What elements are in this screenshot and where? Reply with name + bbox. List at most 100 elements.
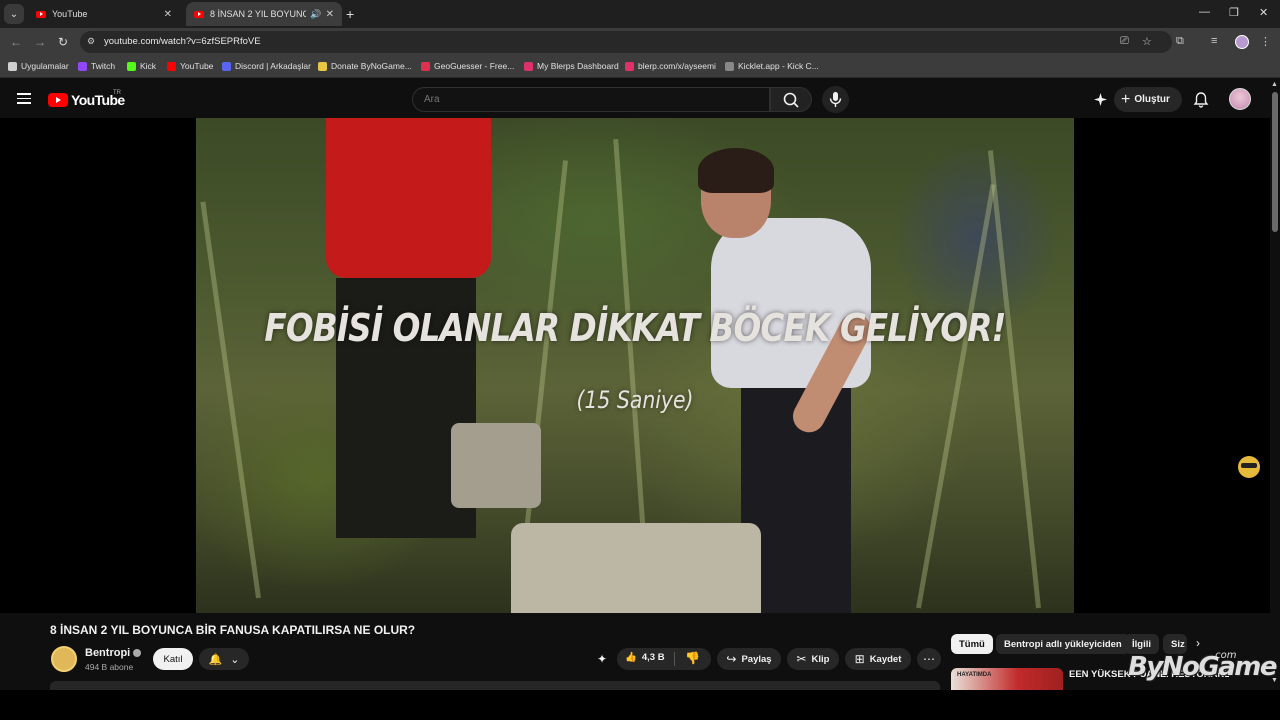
clip-button[interactable]: ✂ Klip [787, 648, 839, 670]
subscriber-count: 494 B abone [85, 662, 134, 672]
channel-avatar[interactable] [51, 646, 77, 672]
close-icon[interactable]: ✕ [164, 9, 172, 20]
bookmark-label: Twitch [91, 61, 116, 71]
ask-ai-sparkle-icon[interactable]: ✦ [597, 652, 607, 666]
site-info-icon[interactable]: ⚙ [87, 36, 95, 47]
close-window-icon[interactable]: ✕ [1259, 6, 1268, 19]
search-input[interactable] [424, 94, 754, 105]
thumbs-up-icon: 👍 [625, 652, 637, 663]
bookmark-discord[interactable]: Discord | Arkadaşlar [222, 61, 311, 71]
bookmark-label: Uygulamalar [21, 61, 69, 71]
verified-badge-icon [133, 649, 142, 657]
bookmark-label: Discord | Arkadaşlar [235, 61, 311, 71]
bookmark-label: Kicklet.app - Kick C... [738, 61, 819, 71]
bookmark-label: GeoGuesser - Free... [434, 61, 515, 71]
browser-profile-avatar[interactable] [1235, 35, 1249, 49]
blerp-icon [524, 61, 533, 71]
bell-icon: 🔔 [208, 653, 223, 666]
like-button[interactable]: 👍 4,3 B [625, 652, 665, 663]
channel-name-text[interactable]: Bentropi [85, 647, 130, 659]
chip-related[interactable]: İlgili [1124, 634, 1159, 654]
url-text[interactable]: youtube.com/watch?v=6zfSEPRfoVE [104, 36, 261, 47]
close-icon[interactable]: ✕ [326, 9, 334, 20]
plus-icon: + [1121, 90, 1131, 108]
video-frame[interactable]: FOBİSİ OLANLAR DİKKAT BÖCEK GELİYOR! (15… [196, 118, 1074, 613]
twitch-icon [78, 61, 87, 71]
account-avatar[interactable] [1229, 88, 1251, 110]
share-icon: ↪ [726, 652, 737, 666]
join-button[interactable]: Katıl [153, 648, 193, 670]
voice-search-button[interactable] [822, 86, 849, 113]
bookmark-label: Kick [140, 61, 157, 71]
forward-icon[interactable]: → [34, 35, 46, 49]
more-horizontal-icon: ⋯ [923, 652, 935, 666]
kicklet-icon [725, 61, 734, 71]
speaker-icon[interactable]: 🔊 [310, 9, 321, 20]
chip-from-uploader[interactable]: Bentropi adlı yükleyiciden [996, 634, 1130, 654]
create-label: Oluştur [1134, 94, 1170, 105]
chevron-right-icon[interactable]: › [1196, 636, 1200, 650]
reload-icon[interactable]: ↻ [58, 35, 68, 49]
page-scrollbar[interactable]: ▲ ▼ [1270, 80, 1280, 690]
media-controls-icon[interactable]: ≡ [1211, 35, 1217, 47]
microphone-icon [829, 92, 842, 107]
kick-icon [127, 61, 136, 71]
notifications-bell-icon[interactable] [1193, 91, 1209, 108]
bookmark-star-icon[interactable]: ☆ [1142, 35, 1152, 48]
bookmark-twitch[interactable]: Twitch [78, 61, 115, 71]
bookmark-label: Donate ByNoGame... [331, 61, 412, 71]
taskbar-area [0, 690, 1280, 720]
scissors-icon: ✂ [796, 652, 807, 666]
bookmark-youtube[interactable]: YouTube [167, 61, 213, 71]
install-app-icon[interactable]: ⎚ [1120, 35, 1129, 48]
more-actions-button[interactable]: ⋯ [917, 648, 941, 670]
back-icon[interactable]: ← [10, 35, 22, 49]
create-button[interactable]: + Oluştur [1114, 87, 1182, 112]
search-button[interactable] [770, 87, 812, 112]
tab-title: YouTube [52, 9, 88, 19]
address-bar[interactable]: ⚙ youtube.com/watch?v=6zfSEPRfoVE ⎚ ☆ [80, 31, 1172, 53]
minimize-icon[interactable]: — [1199, 6, 1210, 18]
recommendation-thumbnail[interactable]: HAYATIMDA [951, 668, 1063, 690]
bookmark-kick[interactable]: Kick [127, 61, 156, 71]
restore-icon[interactable]: ❐ [1229, 6, 1239, 19]
search-box[interactable] [412, 87, 770, 112]
bookmark-kicklet[interactable]: Kicklet.app - Kick C... [725, 61, 819, 71]
tab-search-button[interactable]: ⌄ [4, 4, 24, 24]
share-button[interactable]: ↪ Paylaş [717, 648, 781, 670]
browser-tab-video[interactable]: 8 İNSAN 2 YIL BOYUNCA BİR FANUSA KAPATIL… [186, 2, 342, 26]
channel-name[interactable]: Bentropi [85, 647, 142, 659]
bookmark-blerp-profile[interactable]: blerp.com/x/ayseemi [625, 61, 716, 71]
subscription-bell-button[interactable]: 🔔 ⌄ [199, 648, 249, 670]
sunglasses-emoji-icon [1238, 456, 1260, 478]
scroll-up-icon[interactable]: ▲ [1271, 81, 1278, 88]
thumbs-down-icon[interactable]: 👎 [685, 651, 700, 665]
browser-menu-icon[interactable]: ⋮ [1260, 35, 1271, 48]
sparkle-icon[interactable] [1093, 92, 1108, 107]
bookmark-geoguesser[interactable]: GeoGuesser - Free... [421, 61, 514, 71]
clip-label: Klip [811, 653, 830, 665]
save-button[interactable]: ⊞ Kaydet [845, 648, 911, 670]
blerp-icon [625, 61, 634, 71]
bookmark-bynogame[interactable]: Donate ByNoGame... [318, 61, 412, 71]
bookmark-label: blerp.com/x/ayseemi [638, 61, 716, 71]
tab-title: 8 İNSAN 2 YIL BOYUNCA BİR FANUSA KAPATIL… [210, 9, 307, 19]
new-tab-button[interactable]: + [346, 6, 354, 22]
share-label: Paylaş [741, 653, 772, 665]
video-title: 8 İNSAN 2 YIL BOYUNCA BİR FANUSA KAPATIL… [50, 623, 416, 637]
chevron-down-icon: ⌄ [230, 653, 240, 666]
extensions-icon[interactable]: ⧉ [1176, 35, 1184, 48]
bookmark-label: My Blerps Dashboard [537, 61, 619, 71]
search-icon [783, 92, 799, 108]
browser-tab-youtube[interactable]: YouTube ✕ [28, 2, 180, 26]
video-player[interactable]: FOBİSİ OLANLAR DİKKAT BÖCEK GELİYOR! (15… [0, 118, 1270, 613]
like-count: 4,3 B [641, 652, 665, 663]
scroll-thumb[interactable] [1272, 92, 1278, 232]
bookmark-apps[interactable]: Uygulamalar [8, 61, 69, 71]
chip-for-you[interactable]: Siz [1163, 634, 1187, 654]
chip-all[interactable]: Tümü [951, 634, 993, 654]
bynogame-watermark: ByNoGame [1128, 652, 1278, 682]
menu-icon[interactable] [17, 93, 31, 104]
thumbnail-text: HAYATIMDA [957, 672, 992, 678]
bookmark-blerps-dashboard[interactable]: My Blerps Dashboard [524, 61, 619, 71]
